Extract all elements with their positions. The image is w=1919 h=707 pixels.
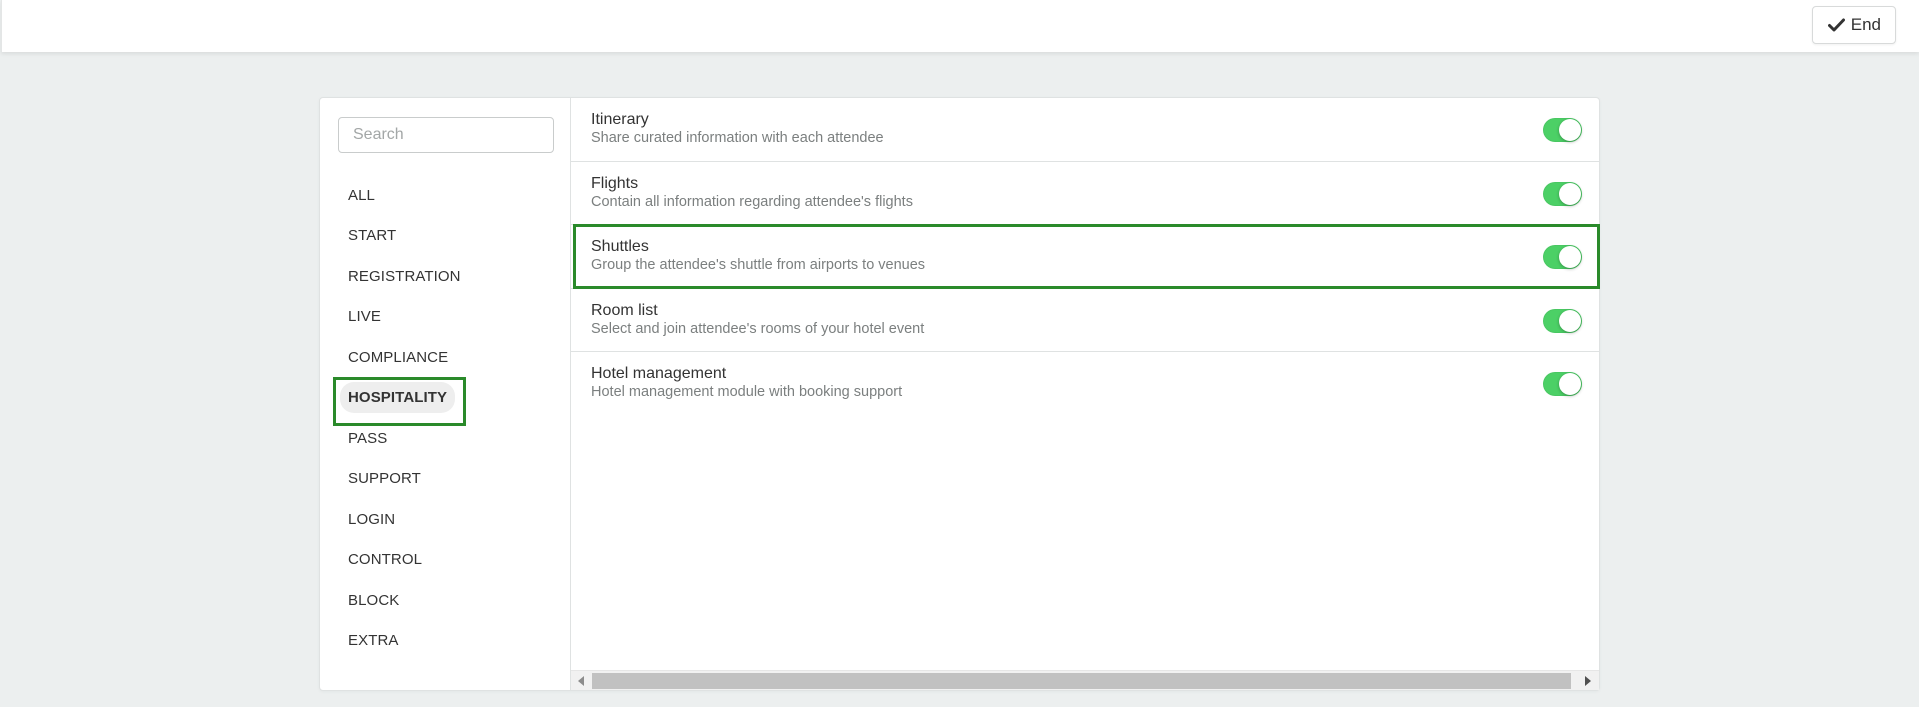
sidebar-item-label: EXTRA <box>348 632 399 650</box>
module-toggle[interactable] <box>1543 118 1582 142</box>
sidebar-item-label: REGISTRATION <box>348 267 461 285</box>
module-description: Share curated information with each atte… <box>591 130 884 146</box>
module-row-room-list: Room list Select and join attendee's roo… <box>571 289 1599 352</box>
module-toggle[interactable] <box>1543 308 1582 333</box>
sidebar-item-label: PASS <box>348 429 388 447</box>
sidebar-item-compliance[interactable]: COMPLIANCE <box>333 337 563 378</box>
search-input[interactable] <box>338 117 554 153</box>
module-description: Contain all information regarding attend… <box>591 193 913 210</box>
horizontal-scrollbar[interactable] <box>571 670 1599 690</box>
sidebar-item-hospitality[interactable]: HOSPITALITY <box>333 376 563 425</box>
module-row-hotel-management: Hotel management Hotel management module… <box>571 352 1599 416</box>
sidebar-item-registration[interactable]: REGISTRATION <box>333 256 563 297</box>
toggle-knob <box>1559 182 1581 205</box>
sidebar-item-label: COMPLIANCE <box>348 348 449 366</box>
sidebar-item-control[interactable]: CONTROL <box>333 540 563 581</box>
sidebar-item-pass[interactable]: PASS <box>333 418 563 459</box>
module-title: Hotel management <box>591 365 727 382</box>
sidebar-item-live[interactable]: LIVE <box>333 297 563 338</box>
module-description: Group the attendee's shuttle from airpor… <box>591 257 926 273</box>
toggle-knob <box>1559 373 1581 395</box>
module-description: Hotel management module with booking sup… <box>591 384 903 400</box>
module-row-flights: Flights Contain all information regardin… <box>571 162 1599 225</box>
sidebar-item-label: CONTROL <box>348 551 423 569</box>
sidebar-item-label: HOSPITALITY <box>340 382 456 414</box>
sidebar-item-label: LOGIN <box>348 510 396 528</box>
module-title: Flights <box>591 174 639 192</box>
sidebar-item-label: SUPPORT <box>348 470 421 488</box>
module-title: Room list <box>591 301 658 319</box>
scroll-right-arrow-icon[interactable] <box>1585 676 1591 686</box>
modules-panel: ALL START REGISTRATION LIVE COMPLIANCE H… <box>319 97 1600 691</box>
top-bar: End <box>1 0 1919 52</box>
module-toggle[interactable] <box>1543 372 1582 396</box>
sidebar-item-start[interactable]: START <box>333 216 563 257</box>
module-row-itinerary: Itinerary Share curated information with… <box>571 98 1599 162</box>
scroll-left-arrow-icon[interactable] <box>578 676 584 686</box>
module-row-shuttles: Shuttles Group the attendee's shuttle fr… <box>571 224 1600 289</box>
category-sidebar: ALL START REGISTRATION LIVE COMPLIANCE H… <box>320 98 571 690</box>
toggle-knob <box>1559 119 1581 141</box>
sidebar-item-label: LIVE <box>348 308 381 326</box>
sidebar-item-login[interactable]: LOGIN <box>333 499 563 540</box>
end-button-label: End <box>1850 15 1881 34</box>
sidebar-item-all[interactable]: ALL <box>333 175 563 216</box>
toggle-knob <box>1559 246 1581 268</box>
sidebar-item-label: START <box>348 227 397 245</box>
category-nav: ALL START REGISTRATION LIVE COMPLIANCE H… <box>333 175 563 661</box>
checkmark-icon <box>1827 18 1845 32</box>
sidebar-item-label: BLOCK <box>348 591 400 609</box>
sidebar-item-extra[interactable]: EXTRA <box>333 621 563 662</box>
module-list: Itinerary Share curated information with… <box>571 98 1600 690</box>
module-title: Itinerary <box>591 111 649 128</box>
sidebar-item-block[interactable]: BLOCK <box>333 580 563 621</box>
module-title: Shuttles <box>591 238 649 255</box>
module-description: Select and join attendee's rooms of your… <box>591 320 925 337</box>
sidebar-item-label: ALL <box>348 186 375 204</box>
module-toggle[interactable] <box>1543 181 1582 206</box>
scrollbar-thumb[interactable] <box>592 673 1571 689</box>
end-button[interactable]: End <box>1811 6 1896 44</box>
sidebar-item-support[interactable]: SUPPORT <box>333 459 563 500</box>
module-toggle[interactable] <box>1543 245 1582 269</box>
toggle-knob <box>1559 309 1581 332</box>
